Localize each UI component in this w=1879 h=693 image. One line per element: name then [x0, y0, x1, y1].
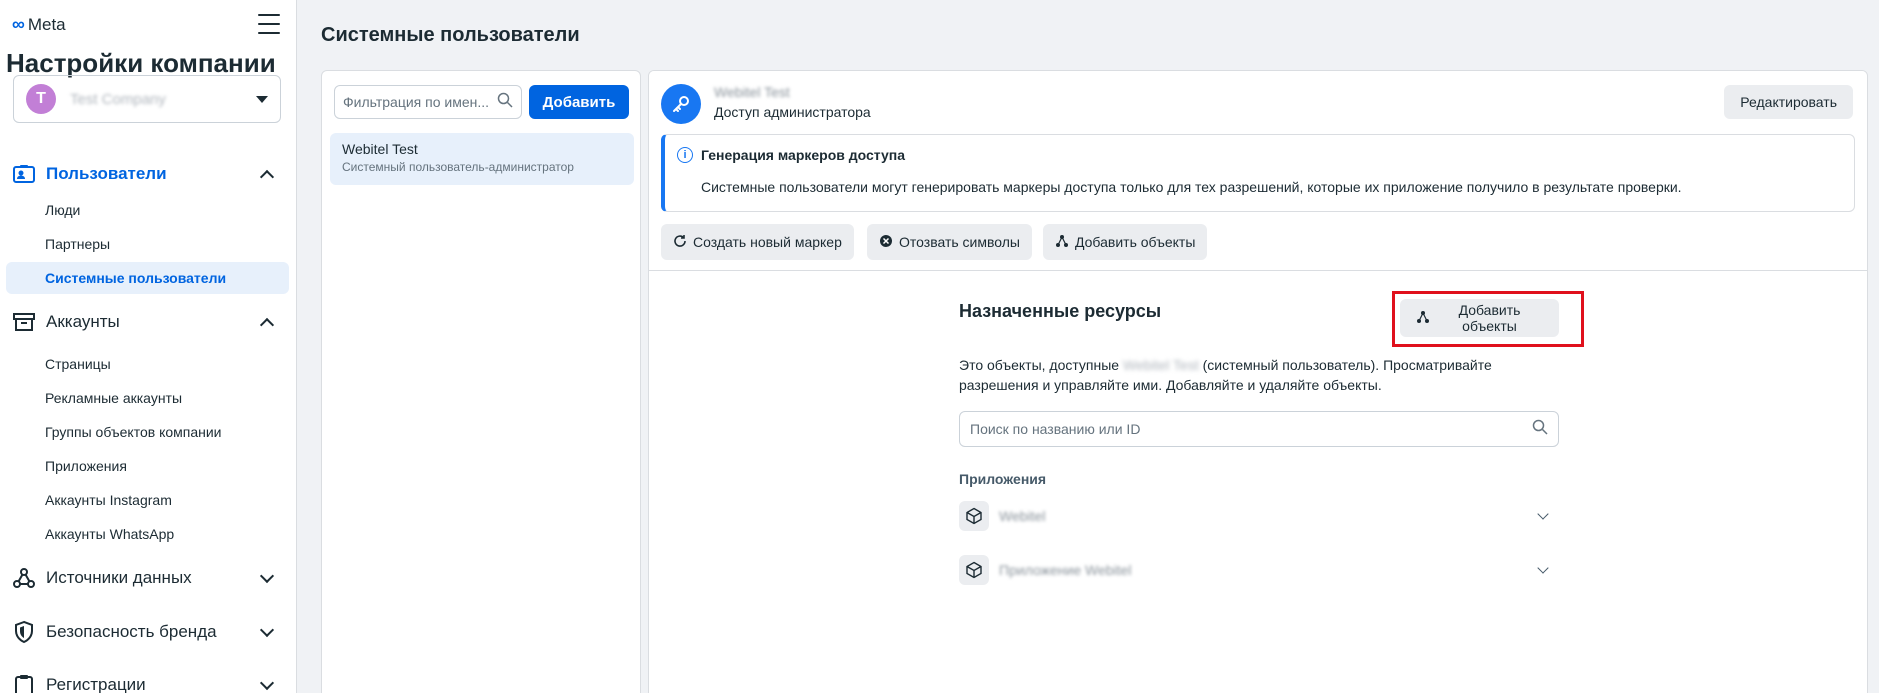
sidebar-section-label: Регистрации — [46, 675, 146, 693]
sidebar-section-users[interactable]: Пользователи — [12, 157, 284, 191]
search-icon — [1532, 419, 1548, 440]
archive-icon — [12, 310, 36, 334]
sidebar-section-data-sources[interactable]: Источники данных — [12, 561, 284, 595]
info-icon: i — [677, 147, 693, 163]
info-notice: i Генерация маркеров доступа Системные п… — [661, 134, 1855, 212]
resources-description: Это объекты, доступные Webitel Test (сис… — [959, 355, 1519, 395]
sidebar: ∞ Meta Настройки компании T Test Company… — [0, 0, 297, 693]
detail-header: Webitel Test Доступ администратора Редак… — [649, 71, 1867, 271]
close-circle-icon — [879, 234, 893, 251]
sidebar-item-people[interactable]: Люди — [6, 194, 289, 226]
revoke-tokens-button[interactable]: Отозвать символы — [867, 224, 1032, 260]
chevron-down-icon — [259, 622, 275, 638]
resource-search-input[interactable] — [970, 421, 1532, 437]
add-objects-label: Добавить объекты — [1458, 302, 1521, 334]
sidebar-item-system-users[interactable]: Системные пользователи — [6, 262, 289, 294]
refresh-icon — [673, 234, 687, 251]
cube-icon — [959, 501, 989, 531]
sidebar-item-apps[interactable]: Приложения — [6, 450, 289, 482]
sidebar-item-asset-groups[interactable]: Группы объектов компании — [6, 416, 289, 448]
sidebar-section-label: Аккаунты — [46, 312, 120, 331]
sidebar-section-label: Безопасность бренда — [46, 622, 217, 641]
meta-logo-text: Meta — [27, 14, 66, 34]
filter-input[interactable] — [343, 94, 497, 110]
info-text: Системные пользователи могут генерироват… — [701, 179, 1682, 195]
desc-prefix: Это объекты, доступные — [959, 357, 1123, 373]
chevron-down-icon[interactable] — [1537, 508, 1549, 520]
chevron-down-icon — [259, 675, 275, 691]
app-name: Приложение Webitel — [999, 562, 1132, 578]
chevron-down-icon[interactable] — [1537, 562, 1549, 574]
access-level: Доступ администратора — [714, 104, 871, 120]
menu-icon[interactable] — [258, 14, 280, 34]
user-name: Webitel Test — [342, 141, 418, 157]
list-item[interactable]: Приложение Webitel — [959, 552, 1559, 588]
sidebar-item-pages[interactable]: Страницы — [6, 348, 289, 380]
account-name: Test Company — [70, 90, 166, 108]
info-title: Генерация маркеров доступа — [701, 147, 906, 163]
caret-down-icon — [256, 95, 268, 103]
key-icon — [661, 84, 701, 124]
search-icon — [497, 92, 513, 113]
system-user-detail-panel: Webitel Test Доступ администратора Редак… — [648, 70, 1868, 693]
add-objects-button[interactable]: Добавить объекты — [1400, 299, 1559, 337]
sidebar-item-whatsapp[interactable]: Аккаунты WhatsApp — [6, 518, 289, 550]
add-user-button[interactable]: Добавить — [529, 85, 629, 119]
cube-icon — [959, 555, 989, 585]
sidebar-item-ad-accounts[interactable]: Рекламные аккаунты — [6, 382, 289, 414]
app-name: Webitel — [999, 508, 1046, 524]
desc-user-name: Webitel Test — [1122, 357, 1199, 373]
generate-token-button[interactable]: Создать новый маркер — [661, 224, 854, 260]
chevron-up-icon — [259, 169, 275, 185]
chevron-up-icon — [259, 317, 275, 333]
account-selector[interactable]: T Test Company — [13, 75, 281, 123]
assets-icon — [1416, 310, 1430, 327]
add-assets-button[interactable]: Добавить объекты — [1043, 224, 1208, 260]
shield-icon — [12, 620, 36, 644]
resource-search-field[interactable] — [959, 411, 1559, 447]
action-label: Создать новый маркер — [693, 234, 842, 250]
system-users-list-panel: Добавить Webitel Test Системный пользова… — [321, 70, 641, 693]
meta-infinity-icon: ∞ — [12, 14, 25, 34]
avatar: T — [26, 84, 56, 114]
users-icon — [12, 162, 36, 186]
page-title: Системные пользователи — [321, 24, 580, 46]
chevron-down-icon — [259, 568, 275, 584]
edit-button[interactable]: Редактировать — [1724, 85, 1853, 119]
filter-field[interactable] — [334, 85, 522, 119]
sidebar-section-brand-safety[interactable]: Безопасность бренда — [12, 615, 284, 649]
assets-icon — [1055, 234, 1069, 251]
resources-title: Назначенные ресурсы — [959, 301, 1162, 321]
system-user-name: Webitel Test — [714, 84, 790, 100]
apps-section-label: Приложения — [959, 471, 1047, 487]
sidebar-section-label: Источники данных — [46, 568, 192, 587]
clipboard-icon — [12, 673, 36, 693]
list-item[interactable]: Webitel Test Системный пользователь-адми… — [330, 133, 634, 185]
sidebar-section-label: Пользователи — [46, 164, 167, 183]
meta-logo[interactable]: ∞ Meta — [12, 14, 66, 35]
sidebar-item-instagram[interactable]: Аккаунты Instagram — [6, 484, 289, 516]
sidebar-section-registrations[interactable]: Регистрации — [12, 668, 284, 693]
action-label: Отозвать символы — [899, 234, 1020, 250]
sidebar-section-accounts[interactable]: Аккаунты — [12, 305, 284, 339]
list-item[interactable]: Webitel — [959, 498, 1559, 534]
data-sources-icon — [12, 566, 36, 590]
user-role: Системный пользователь-администратор — [342, 160, 574, 174]
action-label: Добавить объекты — [1075, 234, 1196, 250]
sidebar-item-partners[interactable]: Партнеры — [6, 228, 289, 260]
